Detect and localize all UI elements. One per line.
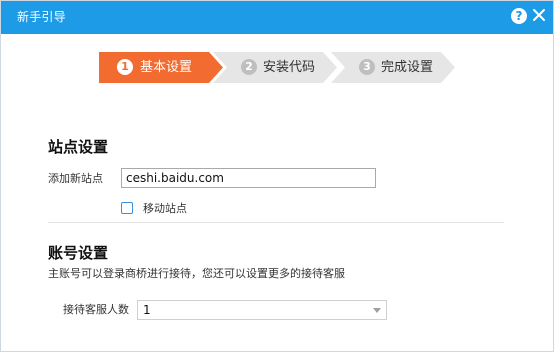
site-settings-heading: 站点设置 <box>48 138 109 156</box>
agent-count-select[interactable]: 1 <box>137 300 387 320</box>
agent-count-value: 1 <box>143 303 151 317</box>
onboarding-dialog: 新手引导 ? 1 基本设置 2 安装代码 3 完成设置 站点设置 添加新站点 c… <box>0 0 554 352</box>
account-description: 主账号可以登录商桥进行接待，您还可以设置更多的接待客服 <box>48 267 345 280</box>
account-settings-heading: 账号设置 <box>48 244 109 262</box>
step-number: 2 <box>241 59 257 75</box>
add-site-label: 添加新站点 <box>48 172 103 185</box>
chevron-down-icon[interactable] <box>373 308 381 313</box>
step-number: 3 <box>359 59 375 75</box>
mobile-site-label: 移动站点 <box>143 202 187 215</box>
close-icon[interactable] <box>531 7 547 23</box>
window-title: 新手引导 <box>17 10 66 24</box>
progress-stepper: 1 基本设置 2 安装代码 3 完成设置 <box>99 52 459 83</box>
agent-count-label: 接待客服人数 <box>63 303 129 316</box>
step-label: 完成设置 <box>381 60 434 75</box>
help-icon[interactable]: ? <box>511 8 527 24</box>
step-label: 安装代码 <box>263 60 316 75</box>
section-divider <box>48 222 504 223</box>
title-bar: 新手引导 ? <box>1 1 553 34</box>
step-label: 基本设置 <box>140 60 193 75</box>
mobile-site-checkbox[interactable] <box>121 202 133 214</box>
step-number: 1 <box>117 59 133 75</box>
add-site-input[interactable]: ceshi.baidu.com <box>121 168 376 188</box>
